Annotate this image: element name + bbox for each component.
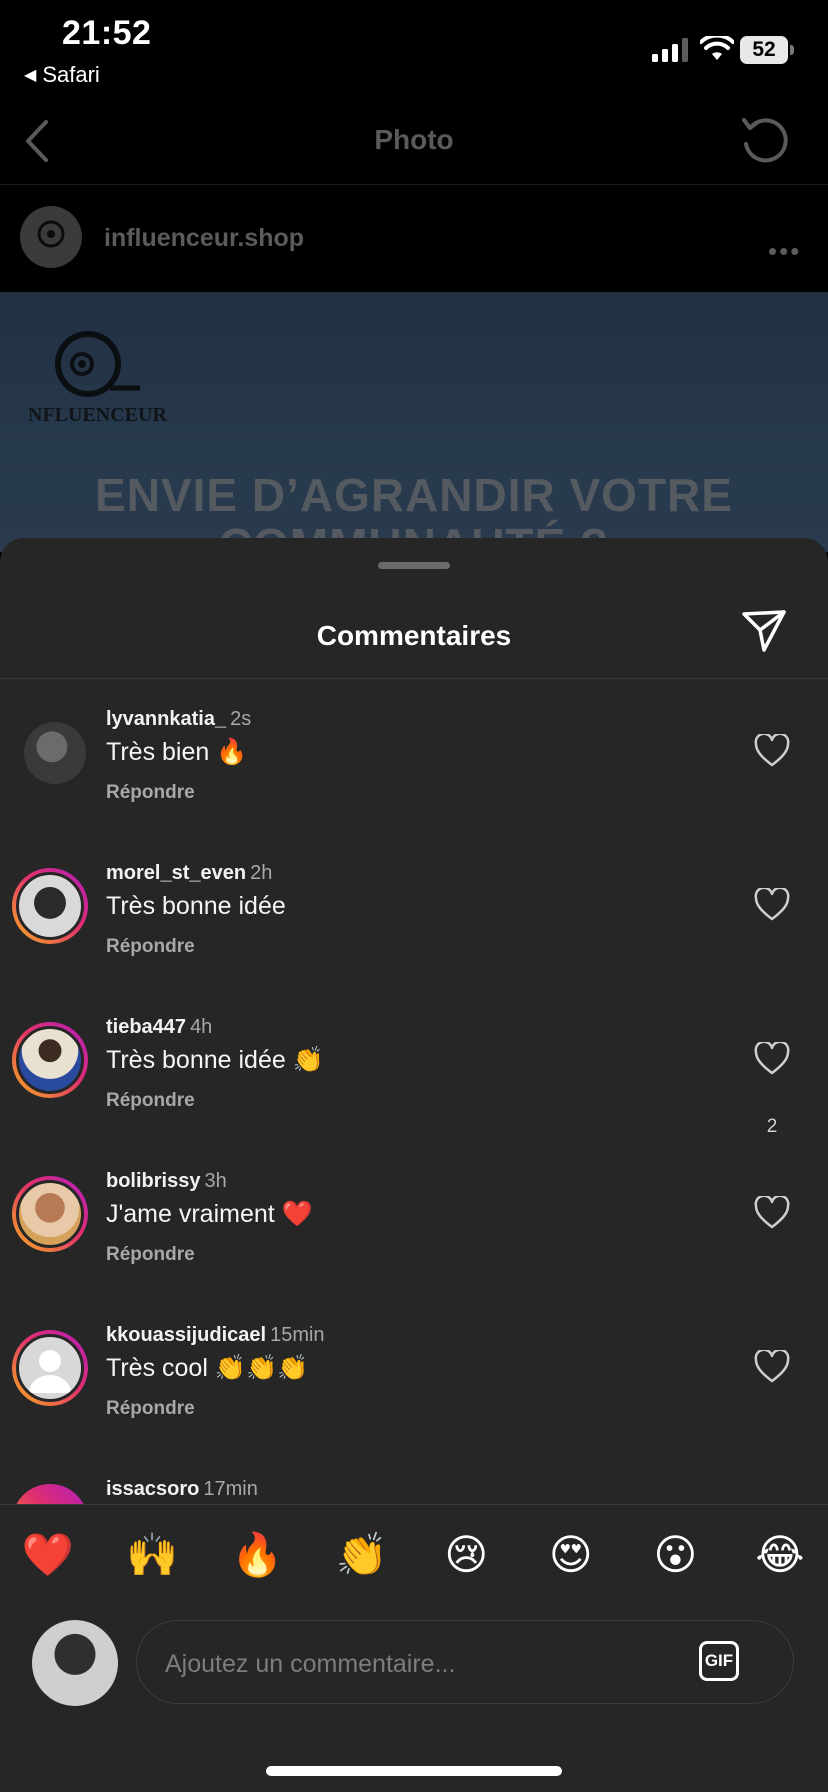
post-brand-text: NFLUENCEUR: [28, 404, 167, 426]
comment-item: tieba447 4h Très bonne idée 👏 Répondre 2: [0, 1016, 828, 1166]
sheet-divider: [0, 678, 828, 679]
comment-time: 2h: [250, 862, 273, 884]
comment-time: 17min: [203, 1478, 258, 1500]
reply-button[interactable]: Répondre: [106, 1244, 195, 1266]
composer-divider: [0, 1504, 828, 1505]
commenter-avatar[interactable]: [12, 868, 88, 944]
heart-icon[interactable]: [754, 1042, 790, 1076]
comment-text: J'ame vraiment ❤️: [106, 1200, 313, 1228]
comment-text: Très bonne idée 👏: [106, 1046, 324, 1074]
reaction-crying[interactable]: 😢: [436, 1530, 496, 1580]
comment-text: Très bien 🔥: [106, 738, 248, 766]
battery-level: 52: [740, 36, 788, 64]
commenter-username[interactable]: morel_st_even 2h: [106, 862, 272, 885]
heart-icon[interactable]: [754, 1196, 790, 1230]
header-divider: [0, 184, 828, 185]
page-title: Photo: [374, 124, 454, 155]
reply-button[interactable]: Répondre: [106, 936, 195, 958]
reply-button[interactable]: Répondre: [106, 782, 195, 804]
send-icon[interactable]: [740, 606, 788, 654]
heart-icon[interactable]: [754, 1350, 790, 1384]
comment-text: Très bonne idée: [106, 892, 286, 920]
commenter-username[interactable]: tieba447 4h: [106, 1016, 212, 1039]
signal-icon: [652, 38, 688, 62]
current-user-avatar: [32, 1620, 118, 1706]
comment-time: 4h: [190, 1016, 213, 1038]
comments-title: Commentaires: [316, 620, 512, 651]
like-count: 2: [766, 1116, 778, 1137]
reaction-raised-hands[interactable]: 🙌: [123, 1530, 183, 1580]
commenter-username[interactable]: kkouassijudicael 15min: [106, 1324, 325, 1347]
commenter-avatar[interactable]: [12, 1330, 88, 1406]
back-app-label: Safari: [42, 62, 100, 87]
post-author-avatar[interactable]: [20, 206, 82, 268]
battery-icon: 52: [740, 36, 796, 64]
post-image: NFLUENCEUR ENVIE D’AGRANDIR VOTRE COMMUN…: [0, 292, 828, 552]
comment-item: bolibrissy 3h J'ame vraiment ❤️ Répondre: [0, 1170, 828, 1320]
commenter-avatar[interactable]: [12, 1022, 88, 1098]
heart-icon[interactable]: [754, 888, 790, 922]
wifi-icon: [700, 36, 734, 60]
comment-time: 3h: [204, 1170, 227, 1192]
reaction-fire[interactable]: 🔥: [227, 1530, 287, 1580]
reaction-clap[interactable]: 👏: [332, 1530, 392, 1580]
commenter-avatar[interactable]: [12, 1176, 88, 1252]
home-indicator: [266, 1766, 562, 1776]
reply-button[interactable]: Répondre: [106, 1090, 195, 1112]
commenter-avatar[interactable]: [12, 714, 88, 790]
comment-item: morel_st_even 2h Très bonne idée Répondre: [0, 862, 828, 1012]
commenter-username[interactable]: lyvannkatia_ 2s: [106, 708, 251, 731]
heart-icon[interactable]: [754, 734, 790, 768]
comment-input[interactable]: [163, 1643, 667, 1685]
reply-button[interactable]: Répondre: [106, 1398, 195, 1420]
default-avatar-icon: [29, 1350, 71, 1393]
comment-item: kkouassijudicael 15min Très cool 👏👏👏 Répo…: [0, 1324, 828, 1474]
comment-time: 2s: [230, 708, 252, 730]
reaction-laughing[interactable]: 😂: [750, 1530, 810, 1580]
commenter-username[interactable]: bolibrissy 3h: [106, 1170, 227, 1193]
comment-time: 15min: [270, 1324, 325, 1346]
reaction-heart-eyes[interactable]: 😍: [541, 1530, 601, 1580]
comment-text: Très cool 👏👏👏: [106, 1354, 309, 1382]
gif-icon[interactable]: GIF: [699, 1641, 739, 1681]
reaction-heart[interactable]: ❤️: [18, 1530, 78, 1580]
post-author-name[interactable]: influenceur.shop: [104, 224, 304, 253]
comment-item: lyvannkatia_ 2s Très bien 🔥 Répondre: [0, 708, 828, 858]
refresh-icon[interactable]: [738, 114, 790, 166]
influenceur-logo-icon: [21, 207, 81, 267]
status-time: 21:52: [62, 14, 152, 52]
quick-reactions: ❤️ 🙌 🔥 👏 😢 😍 😮 😂: [18, 1530, 810, 1580]
post-headline: ENVIE D’AGRANDIR VOTRE: [95, 469, 733, 521]
reaction-surprised[interactable]: 😮: [645, 1530, 705, 1580]
back-to-safari[interactable]: ◀ Safari: [24, 62, 100, 88]
commenter-username[interactable]: issacsoro 17min: [106, 1478, 258, 1501]
sheet-grabber[interactable]: [378, 562, 450, 569]
comment-composer[interactable]: GIF: [136, 1620, 794, 1704]
more-icon[interactable]: •••: [768, 236, 801, 267]
back-triangle-icon: ◀: [24, 67, 37, 84]
